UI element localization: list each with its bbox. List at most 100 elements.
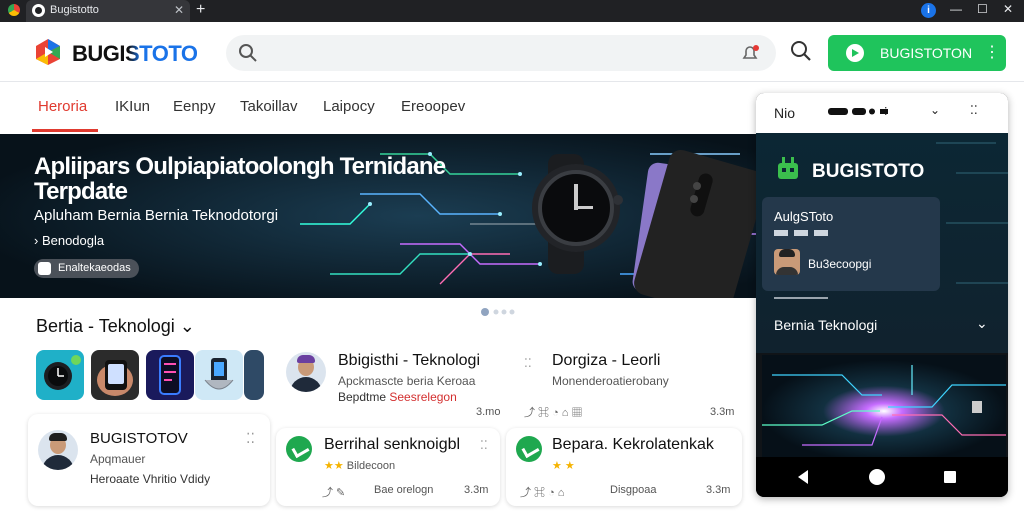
phone-status-bar: Nio ⁚ ⌄ ⁚⁚ bbox=[756, 93, 1008, 133]
news-title: Bbigisthi - Teknologi bbox=[338, 352, 481, 369]
browser-tab-bar: Bugistotto ✕ + i — ☐ ✕ bbox=[0, 0, 1024, 22]
browser-tab[interactable]: Bugistotto ✕ bbox=[26, 0, 190, 22]
wifi-icon: ⁚ bbox=[884, 106, 888, 118]
card-menu-icon[interactable]: ⁚⁚ bbox=[480, 438, 488, 452]
divider bbox=[774, 297, 828, 299]
nav-item-laipocy[interactable]: Laipocy bbox=[323, 98, 375, 115]
rating-stars: ★★ bbox=[324, 460, 344, 472]
search-button-icon[interactable] bbox=[790, 40, 812, 62]
check-badge-icon bbox=[286, 436, 312, 462]
search-icon bbox=[239, 44, 257, 62]
hero-link[interactable]: › Benodogla bbox=[34, 233, 104, 248]
phone-status-title: Nio bbox=[774, 105, 796, 121]
phone-profile-card[interactable]: AulgSToto Bu3ecoopgi bbox=[762, 197, 940, 291]
news-card-mid-bottom[interactable]: Berrihal senknoigbl ⁚⁚ ★★ Bildecoon ⤴ ✎ … bbox=[276, 428, 500, 506]
site-header: BUGISTOTO BUGISTOTON ⋮ bbox=[0, 22, 1024, 82]
chevron-down-icon[interactable]: ⌄ bbox=[976, 315, 988, 332]
more-vert-icon[interactable]: ⋮ bbox=[984, 42, 1000, 62]
news-tag-label: Bepdtme bbox=[338, 390, 387, 404]
cta-label: BUGISTOTON bbox=[880, 45, 973, 61]
circuit-glow-image bbox=[762, 355, 1006, 457]
thumb-tablet[interactable] bbox=[244, 350, 264, 400]
bugistoton-button[interactable]: BUGISTOTON ⋮ bbox=[828, 35, 1006, 71]
signal-battery-icon bbox=[828, 108, 888, 115]
card-meta: Disgpoaa bbox=[610, 484, 657, 496]
drag-handle-icon[interactable]: ⁚⁚ bbox=[524, 356, 532, 370]
nav-item-ereoopev[interactable]: Ereoopev bbox=[401, 98, 465, 115]
carousel-dots[interactable] bbox=[480, 307, 526, 317]
chevron-down-icon[interactable]: ⌄ bbox=[930, 103, 940, 117]
maximize-icon[interactable]: ☐ bbox=[977, 2, 988, 16]
profile-name: Bu3ecoopgi bbox=[808, 257, 872, 271]
profile-card-title: AulgSToto bbox=[774, 209, 834, 224]
thumb-neon-phone[interactable] bbox=[146, 350, 194, 400]
card-title: Berrihal senknoigbl bbox=[324, 436, 461, 453]
phone-feature-image[interactable] bbox=[762, 355, 1006, 457]
news-subtitle: Monenderoatierobany bbox=[552, 374, 669, 388]
carousel-dot[interactable] bbox=[493, 309, 499, 315]
carousel-dot-active[interactable] bbox=[481, 308, 489, 316]
minimize-icon[interactable]: — bbox=[950, 2, 962, 16]
phone-section-header[interactable]: Bernia Teknologi ⌄ bbox=[756, 307, 1008, 353]
grid-menu-icon[interactable]: ⁚⁚ bbox=[970, 103, 978, 117]
action-icons[interactable]: ⤴ ⌘ ◔ ⌂ ▦ bbox=[524, 404, 583, 420]
news-title: Dorgiza - Leorli bbox=[552, 352, 661, 369]
hero-chip-label: Enaltekaeodas bbox=[58, 262, 131, 274]
hero-chip[interactable]: Enaltekaeodas bbox=[34, 259, 139, 278]
recent-apps-icon[interactable] bbox=[944, 471, 956, 483]
nav-item-takoillav[interactable]: Takoillav bbox=[240, 98, 298, 115]
action-icons[interactable]: ⤴ ⌘ ◔ ⌂ bbox=[520, 484, 564, 500]
rating-stars: ★ ★ bbox=[552, 460, 575, 472]
section-title[interactable]: Bertia - Teknologi ⌄ bbox=[36, 316, 195, 337]
rating-bars-icon bbox=[774, 230, 828, 236]
card-menu-icon[interactable]: ⁚⁚ bbox=[246, 430, 255, 447]
new-tab-button[interactable]: + bbox=[196, 1, 205, 19]
phone-preview: Nio ⁚ ⌄ ⁚⁚ BUGISTOTO AulgSToto Bu3ecoopg… bbox=[756, 93, 1008, 497]
hero-title: Apliipars Oulpiapiatoolongh Ternidane Te… bbox=[34, 153, 446, 205]
card-time: 3.3m bbox=[464, 484, 489, 496]
card-subtitle: Bildecoon bbox=[346, 460, 396, 472]
thumb-smartwatch-app[interactable] bbox=[36, 350, 84, 400]
share-icons[interactable]: ⤴ ✎ bbox=[322, 484, 345, 500]
card-time: 3.3m bbox=[706, 484, 731, 496]
search-bar[interactable] bbox=[226, 35, 776, 71]
card-caption: Heroaate Vhritio Vdidy bbox=[90, 472, 211, 486]
author-avatar bbox=[286, 352, 326, 392]
check-badge-icon bbox=[516, 436, 542, 462]
info-icon[interactable]: i bbox=[921, 3, 936, 18]
card-title: BUGISTOTOV bbox=[90, 430, 188, 447]
site-favicon-icon bbox=[32, 4, 45, 17]
news-card-right-bottom[interactable]: Bepara. Kekrolatenkak ★ ★ ⤴ ⌘ ◔ ⌂ Disgpo… bbox=[506, 428, 742, 506]
cta-glyph-icon bbox=[852, 49, 859, 57]
news-tag-red: Seesrelegon bbox=[389, 390, 457, 404]
nav-item-eenpy[interactable]: Eenpy bbox=[173, 98, 216, 115]
card-subtitle: Apqmauer bbox=[90, 452, 146, 466]
browser-logo-icon bbox=[8, 4, 20, 16]
phone-brand: BUGISTOTO bbox=[812, 161, 925, 182]
thumb-robot-hand[interactable] bbox=[195, 350, 243, 400]
notification-bell-icon[interactable] bbox=[740, 44, 760, 62]
profile-avatar bbox=[774, 249, 800, 275]
nav-item-heroria[interactable]: Heroria bbox=[38, 98, 87, 115]
news-item-right-top[interactable]: ⁚⁚ Dorgiza - Leorli Monenderoatierobany … bbox=[512, 346, 742, 422]
avatar bbox=[38, 430, 78, 470]
brand-robot-icon bbox=[778, 157, 798, 179]
news-card-profile[interactable]: BUGISTOTOV Apqmauer Heroaate Vhritio Vdi… bbox=[28, 414, 270, 506]
home-icon[interactable] bbox=[869, 469, 885, 485]
news-item-mid-top[interactable]: Bbigisthi - Teknologi Apckmascte beria K… bbox=[280, 346, 500, 422]
brand-logo-icon[interactable] bbox=[34, 38, 62, 66]
carousel-dot[interactable] bbox=[501, 309, 507, 315]
news-time: 3.3m bbox=[710, 406, 735, 418]
neon-phone-thumb-icon bbox=[159, 355, 181, 395]
close-tab-icon[interactable]: ✕ bbox=[174, 3, 184, 17]
hero-banner[interactable]: Apliipars Oulpiapiatoolongh Ternidane Te… bbox=[0, 134, 760, 298]
search-input[interactable] bbox=[266, 43, 726, 63]
close-window-icon[interactable]: ✕ bbox=[1003, 2, 1013, 16]
nav-item-ikiun[interactable]: IKIun bbox=[115, 98, 150, 115]
brand-name[interactable]: BUGISTOTO bbox=[72, 41, 198, 67]
carousel-dot[interactable] bbox=[509, 309, 515, 315]
thumb-hand-phone[interactable] bbox=[91, 350, 139, 400]
screen: Bugistotto ✕ + i — ☐ ✕ BUGISTOTO BUGISTO… bbox=[0, 0, 1024, 512]
back-icon[interactable] bbox=[798, 470, 808, 484]
news-time: 3.mo bbox=[476, 406, 501, 418]
